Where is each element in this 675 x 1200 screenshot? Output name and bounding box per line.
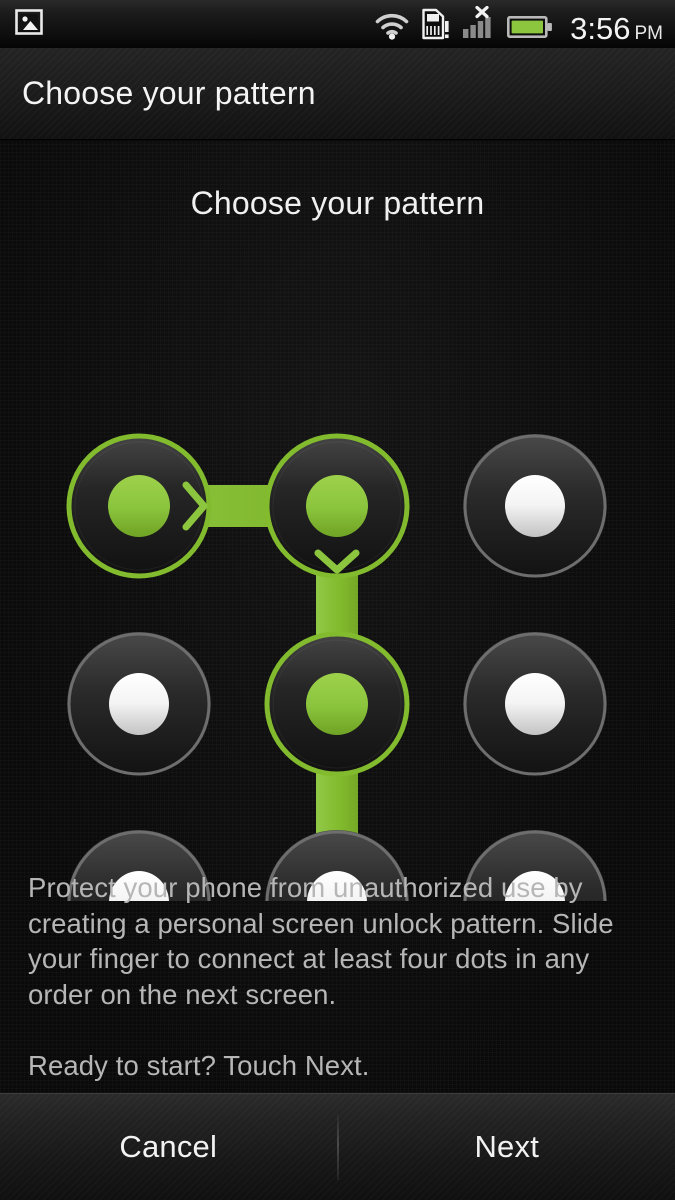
photo-notification-icon (14, 7, 44, 42)
clock-ampm: PM (634, 23, 664, 44)
instructions-block: Protect your phone from unauthorized use… (28, 870, 648, 1084)
pattern-dot-2[interactable] (264, 433, 410, 579)
pattern-dot-4[interactable] (67, 632, 211, 776)
action-button-bar: Cancel Next (0, 1093, 675, 1200)
page-title: Choose your pattern (22, 75, 316, 111)
sim-card-alert-icon (421, 8, 451, 45)
title-bar: Choose your pattern (0, 48, 675, 140)
status-bar-notifications (14, 7, 44, 42)
cancel-button[interactable]: Cancel (0, 1094, 337, 1200)
status-bar-system-icons: 3:56 PM (374, 0, 663, 51)
battery-icon (507, 14, 553, 45)
status-bar: 3:56 PM (0, 0, 675, 48)
pattern-grid-canvas[interactable] (0, 141, 675, 901)
status-bar-clock: 3:56 PM (564, 13, 663, 45)
next-button[interactable]: Next (339, 1094, 675, 1200)
pattern-lock-grid[interactable] (0, 141, 675, 901)
pattern-dot-3[interactable] (463, 434, 607, 578)
wifi-icon (374, 12, 410, 45)
content-area: Choose your pattern Protect your phone f… (0, 141, 675, 1093)
android-pattern-setup-screen: 3:56 PM Choose your pattern Choose your … (0, 0, 675, 1200)
pattern-dot-1[interactable] (66, 433, 212, 579)
instruction-text: Protect your phone from unauthorized use… (28, 872, 614, 1010)
clock-time: 3:56 (570, 11, 631, 46)
pattern-dot-6[interactable] (463, 632, 607, 776)
pattern-dot-5[interactable] (264, 631, 410, 777)
signal-no-service-icon (462, 5, 496, 45)
instruction-cta-text: Ready to start? Touch Next. (28, 1050, 370, 1081)
